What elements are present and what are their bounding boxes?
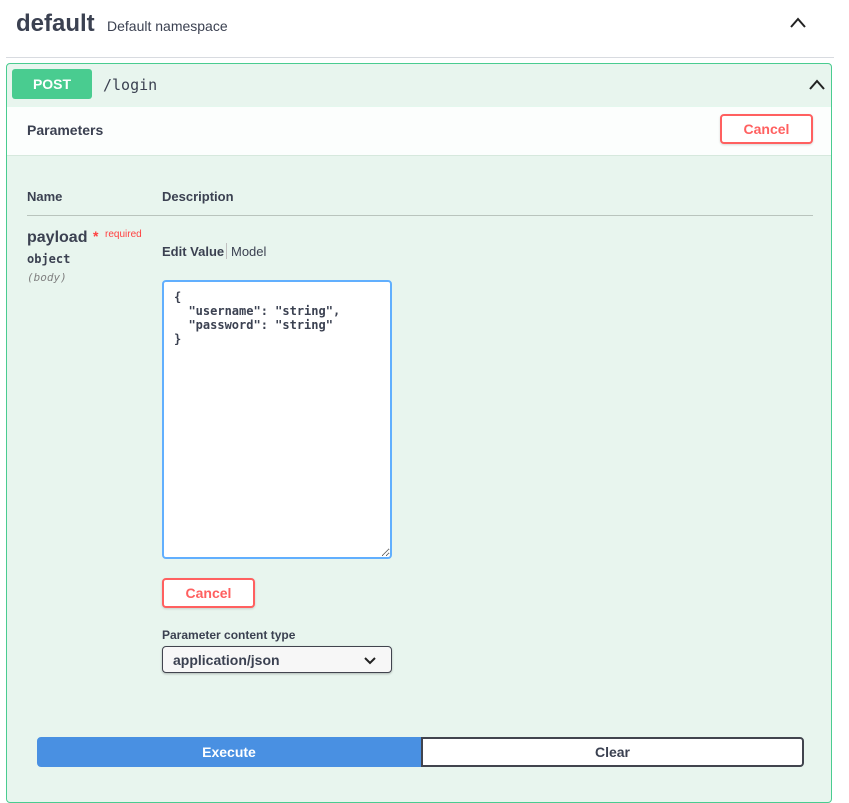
method-badge: POST (12, 69, 92, 99)
tag-header[interactable]: default Default namespace (6, 0, 834, 58)
column-header-description: Description (162, 189, 234, 204)
operation-summary[interactable]: POST /login (7, 64, 831, 107)
operation-block: POST /login Parameters Cancel Name Descr… (6, 63, 832, 803)
tag-description: Default namespace (107, 18, 228, 34)
content-type-label: Parameter content type (162, 628, 296, 642)
clear-button[interactable]: Clear (421, 737, 804, 767)
content-type-select[interactable]: application/json (162, 646, 392, 673)
operation-path: /login (103, 76, 158, 94)
required-label: required (105, 229, 142, 240)
parameters-header: Parameters Cancel (7, 106, 831, 156)
tab-edit-value[interactable]: Edit Value (162, 244, 224, 259)
chevron-up-icon[interactable] (787, 12, 809, 34)
tab-divider (226, 243, 227, 259)
try-out-cancel-button[interactable]: Cancel (720, 114, 813, 144)
tab-model[interactable]: Model (231, 244, 266, 259)
parameters-title: Parameters (27, 122, 104, 138)
chevron-down-icon (363, 654, 377, 666)
column-divider (27, 215, 813, 216)
content-type-value: application/json (173, 652, 280, 668)
required-star: * (93, 228, 99, 244)
parameter-location: (body) (27, 271, 67, 284)
parameter-type: object (27, 252, 71, 266)
parameter-name: payload (27, 229, 88, 246)
chevron-up-icon[interactable] (806, 74, 828, 96)
execute-button[interactable]: Execute (37, 737, 421, 767)
body-cancel-button[interactable]: Cancel (162, 578, 255, 608)
column-header-name: Name (27, 189, 63, 204)
tag-title[interactable]: default (16, 10, 95, 38)
request-body-textarea[interactable] (162, 280, 392, 559)
